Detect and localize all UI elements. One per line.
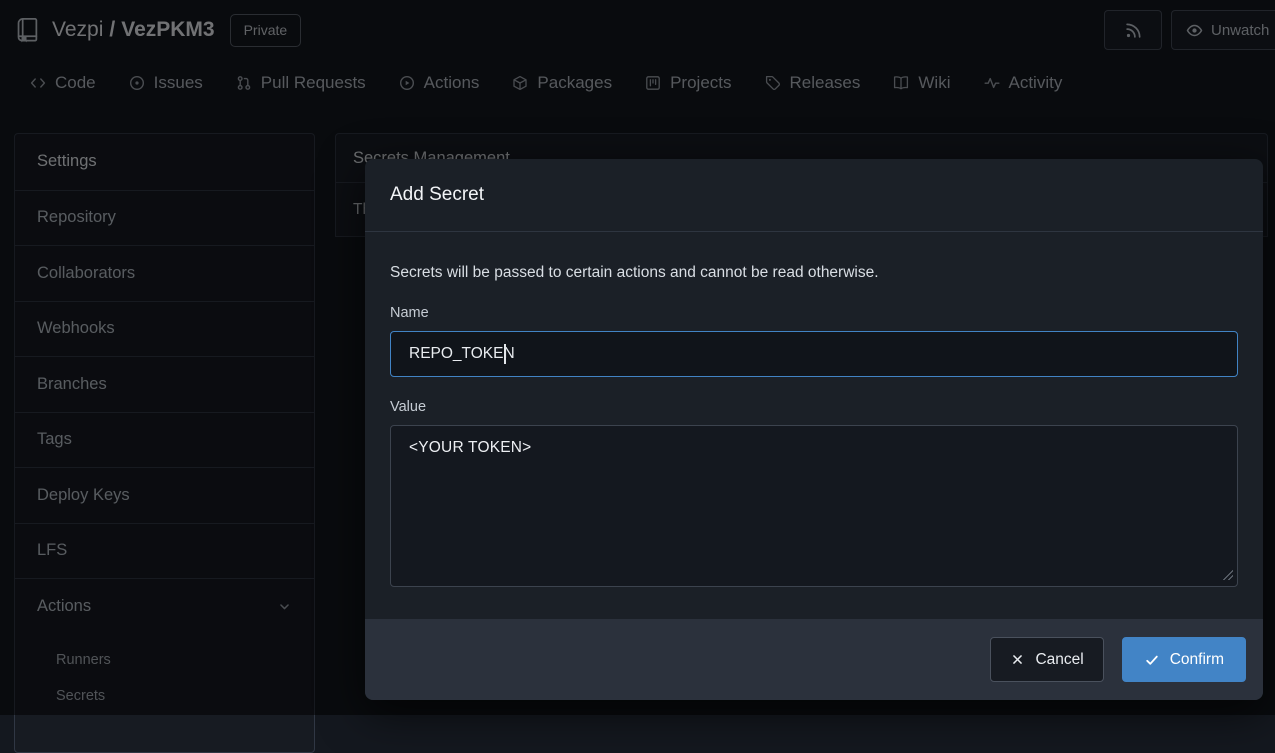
text-cursor: [504, 344, 506, 364]
secret-name-input[interactable]: [390, 331, 1238, 377]
modal-footer: Cancel Confirm: [365, 619, 1263, 700]
check-icon: [1144, 652, 1160, 668]
modal-title: Add Secret: [365, 159, 1263, 232]
secret-description-text: Secrets will be passed to certain action…: [390, 263, 1238, 283]
modal-body: Secrets will be passed to certain action…: [365, 232, 1263, 619]
cancel-label: Cancel: [1035, 651, 1083, 669]
cancel-button[interactable]: Cancel: [990, 637, 1103, 682]
secret-value-textarea[interactable]: <YOUR TOKEN>: [390, 425, 1238, 587]
value-field-label: Value: [390, 399, 1238, 416]
close-icon: [1010, 652, 1025, 667]
add-secret-modal: Add Secret Secrets will be passed to cer…: [365, 159, 1263, 700]
name-field-label: Name: [390, 305, 1238, 322]
confirm-button[interactable]: Confirm: [1122, 637, 1246, 682]
confirm-label: Confirm: [1170, 651, 1224, 669]
